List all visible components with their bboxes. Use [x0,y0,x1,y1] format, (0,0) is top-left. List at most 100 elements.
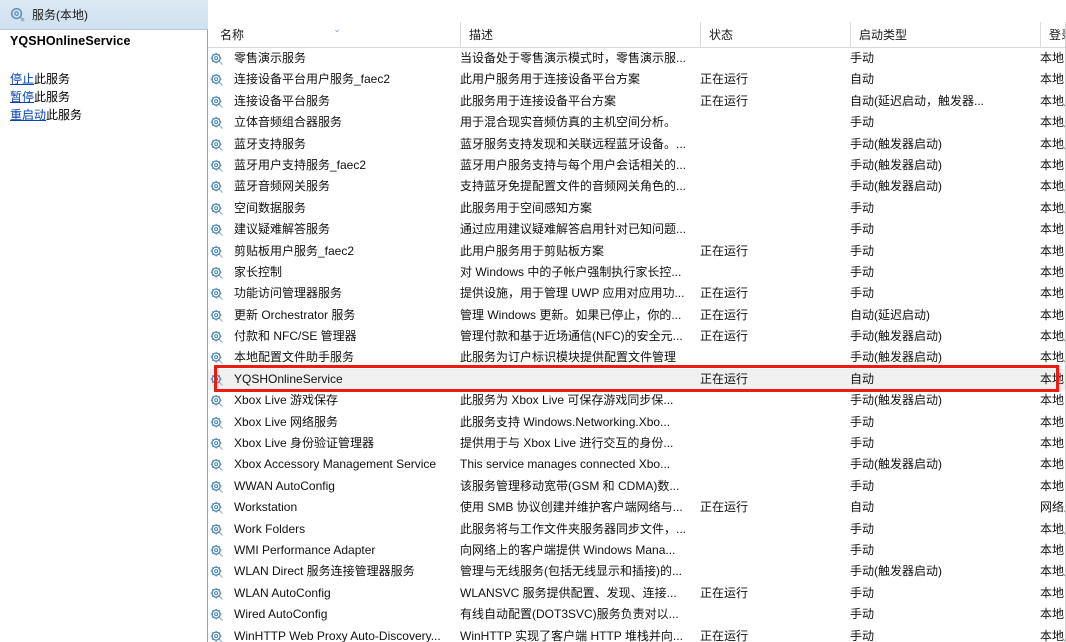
cell-name: 连接设备平台用户服务_faec2 [234,72,391,87]
table-row[interactable]: 蓝牙支持服务 蓝牙服务支持发现和关联远程蓝牙设备。... 手动(触发器启动) 本地服务 [208,134,1066,155]
stop-service-action[interactable]: 停止此服务 [10,70,70,87]
cell-desc: 对 Windows 中的子帐户强制执行家长控... [460,264,682,279]
cell-desc: 支持蓝牙免提配置文件的音频网关角色的... [460,179,687,194]
column-header-label: 启动类型 [859,28,908,42]
cell-state [700,476,842,497]
table-row[interactable]: WLAN AutoConfig WLANSVC 服务提供配置、发现、连接... 正在… [208,583,1066,604]
cell-desc: This service manages connected Xbo... [460,457,671,472]
selected-service-title: YQSHOnlineService [10,34,131,48]
cell-state [700,561,842,582]
table-row[interactable]: 更新 Orchestrator 服务 管理 Windows 更新。如果已停止，你的… [208,305,1066,326]
tab-active[interactable] [208,0,308,22]
cell-name: Xbox Live 网络服务 [234,414,339,429]
table-row[interactable]: WinHTTP Web Proxy Auto-Discovery... WinHT… [208,626,1066,642]
cell-desc: 此服务用于空间感知方案 [460,200,593,215]
cell-start: 手动 [850,200,875,215]
cell-state: 正在运行 [700,500,749,515]
pause-service-action[interactable]: 暂停此服务 [10,88,70,105]
cell-start: 手动(触发器启动) [850,329,942,344]
cell-start: 手动 [850,478,875,493]
cell-state [700,155,842,176]
cell-state: 正在运行 [700,371,749,386]
cell-logon: 本地系统 [1040,51,1066,65]
table-row[interactable]: Xbox Live 网络服务 此服务支持 Windows.Networking.X… [208,412,1066,433]
cell-logon: 本地系统 [1040,264,1066,279]
cell-name: WLAN AutoConfig [234,585,331,600]
restart-service-link[interactable]: 重启动 [10,108,46,122]
table-row[interactable]: 立体音频组合器服务 用于混合现实音频仿真的主机空间分析。 手动 本地服务 [208,112,1066,133]
cell-name: Workstation [234,500,298,515]
cell-name: 剪贴板用户服务_faec2 [234,243,355,258]
cell-desc: 向网络上的客户端提供 Windows Mana... [460,542,676,557]
stop-service-link[interactable]: 停止 [10,72,34,86]
pause-service-suffix: 此服务 [34,90,71,104]
pause-service-link[interactable]: 暂停 [10,90,34,104]
tab-strip [208,0,1066,22]
table-row[interactable]: 功能访问管理器服务 提供设施，用于管理 UWP 应用对应用功... 正在运行 手动 本地… [208,283,1066,304]
table-row[interactable]: 家长控制 对 Windows 中的子帐户强制执行家长控... 手动 本地系统 [208,262,1066,283]
table-row[interactable]: WMI Performance Adapter 向网络上的客户端提供 Window… [208,540,1066,561]
table-row[interactable]: Xbox Live 身份验证管理器 提供用于与 Xbox Live 进行交互的身份… [208,433,1066,454]
cell-state [700,198,842,219]
table-row[interactable]: Xbox Live 游戏保存 此服务为 Xbox Live 可保存游戏同步保...… [208,390,1066,411]
table-row[interactable]: 连接设备平台服务 此服务用于连接设备平台方案 正在运行 自动(延迟启动，触发器... 本… [208,91,1066,112]
table-row[interactable]: 零售演示服务 当设备处于零售演示模式时，零售演示服... 手动 本地系统 [208,48,1066,69]
table-row[interactable]: 连接设备平台用户服务_faec2 此用户服务用于连接设备平台方案 正在运行 自动 本地系… [208,69,1066,90]
cell-desc: 提供设施，用于管理 UWP 应用对应用功... [460,286,685,301]
table-row[interactable]: Wired AutoConfig 有线自动配置(DOT3SVC)服务负责对以...… [208,604,1066,625]
cell-logon: 本地系统 [1040,478,1066,493]
cell-state: 正在运行 [700,307,749,322]
cell-logon: 本地服务 [1040,200,1066,215]
column-header-label: 名称 [220,28,245,42]
services-rows-viewport[interactable]: 零售演示服务当设备处于零售演示模式时，零售演示服...手动本地系统连接设备平台用… [208,48,1066,642]
tree-header[interactable]: 服务(本地) [0,0,208,30]
table-row[interactable]: 蓝牙用户支持服务_faec2 蓝牙用户服务支持与每个用户会话相关的... 手动(触发… [208,155,1066,176]
cell-logon: 本地系统 [1040,371,1066,386]
cell-state: 正在运行 [700,329,749,344]
cell-state [700,347,842,368]
column-header-desc[interactable]: 描述 [460,22,688,48]
services-tree-pane: 服务(本地) YQSHOnlineService 停止此服务 暂停此服务 重启动… [0,0,208,642]
column-header-logon[interactable]: 登录为 [1040,22,1066,48]
cell-desc: 此服务支持 Windows.Networking.Xbo... [460,414,671,429]
column-header-name[interactable]: 名称 ⌄ [212,22,460,48]
cell-state [700,176,842,197]
cell-logon: 本地系统 [1040,607,1066,622]
cell-name: 建议疑难解答服务 [234,222,331,237]
cell-logon: 本地服务 [1040,350,1066,365]
table-row[interactable]: YQSHOnlineService 正在运行 自动 本地系统 [208,368,1066,391]
table-row[interactable]: Xbox Accessory Management Service This se… [208,454,1066,475]
cell-state [700,604,842,625]
cell-state [700,412,842,433]
cell-desc: 提供用于与 Xbox Live 进行交互的身份... [460,436,674,451]
cell-logon: 本地系统 [1040,286,1066,301]
cell-start: 手动 [850,264,875,279]
cell-start: 手动(触发器启动) [850,157,942,172]
cell-logon: 本地系统 [1040,414,1066,429]
table-row[interactable]: Workstation 使用 SMB 协议创建并维护客户端网络与... 正在运行 自动… [208,497,1066,518]
restart-service-action[interactable]: 重启动此服务 [10,106,82,123]
cell-desc: 此用户服务用于连接设备平台方案 [460,72,641,87]
table-row[interactable]: 建议疑难解答服务 通过应用建议疑难解答启用针对已知问题... 手动 本地系统 [208,219,1066,240]
table-row[interactable]: 空间数据服务 此服务用于空间感知方案 手动 本地服务 [208,198,1066,219]
cell-logon: 本地系统 [1040,542,1066,557]
cell-logon: 本地服务 [1040,179,1066,194]
table-row[interactable]: WLAN Direct 服务连接管理器服务 管理与无线服务(包括无线显示和插接)的… [208,561,1066,582]
cell-desc: 该服务管理移动宽带(GSM 和 CDMA)数... [460,478,680,493]
cell-logon: 本地系统 [1040,436,1066,451]
cell-desc [460,369,688,390]
table-row[interactable]: 付款和 NFC/SE 管理器 管理付款和基于近场通信(NFC)的安全元... 正在运… [208,326,1066,347]
table-row[interactable]: 剪贴板用户服务_faec2 此用户服务用于剪贴板方案 正在运行 手动 本地系统 [208,241,1066,262]
table-row[interactable]: 本地配置文件助手服务 此服务为订户标识模块提供配置文件管理 手动(触发器启动) 本地服… [208,347,1066,368]
cell-logon: 本地系统 [1040,585,1066,600]
column-header-label: 登录为 [1049,28,1066,42]
table-row[interactable]: Work Folders 此服务将与工作文件夹服务器同步文件，... 手动 本地服务 [208,519,1066,540]
cell-desc: WinHTTP 实现了客户端 HTTP 堆栈并向... [460,628,683,642]
column-header-start[interactable]: 启动类型 [850,22,1038,48]
cell-name: 连接设备平台服务 [234,93,331,108]
table-row[interactable]: 蓝牙音频网关服务 支持蓝牙免提配置文件的音频网关角色的... 手动(触发器启动) 本地… [208,176,1066,197]
column-header-state[interactable]: 状态 [700,22,842,48]
cell-logon: 本地服务 [1040,329,1066,344]
table-row[interactable]: WWAN AutoConfig 该服务管理移动宽带(GSM 和 CDMA)数...… [208,476,1066,497]
cell-desc: 蓝牙服务支持发现和关联远程蓝牙设备。... [460,136,687,151]
